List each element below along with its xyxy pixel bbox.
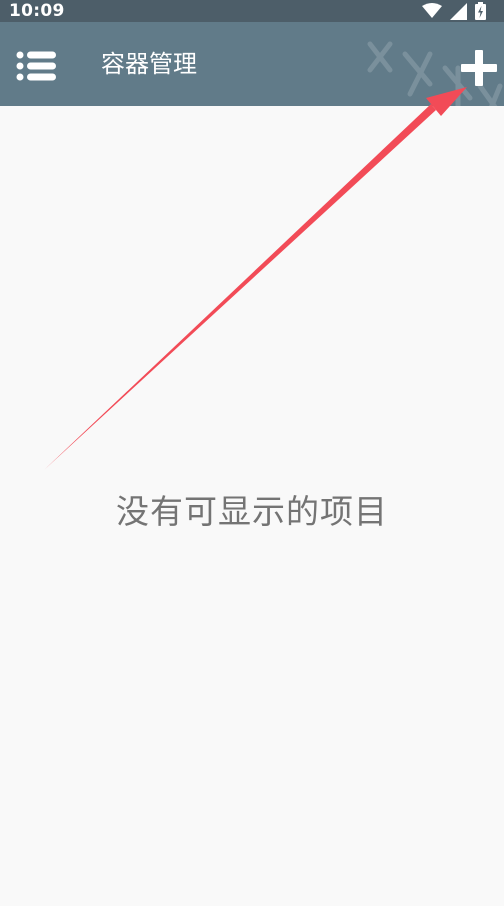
add-button[interactable] — [456, 46, 502, 90]
menu-button[interactable] — [14, 48, 58, 84]
app-screen: 10:09 容器管理 没有可显示的项目 — [0, 0, 504, 906]
wifi-icon — [422, 3, 442, 18]
signal-icon — [450, 2, 467, 20]
content-area: 没有可显示的项目 — [0, 106, 504, 906]
app-bar: 容器管理 — [0, 22, 504, 123]
empty-state-message: 没有可显示的项目 — [116, 492, 388, 531]
battery-charging-icon — [475, 2, 486, 20]
plus-icon — [461, 50, 497, 86]
status-bar: 10:09 — [0, 0, 504, 22]
page-title: 容器管理 — [101, 50, 197, 78]
list-menu-icon — [16, 51, 56, 81]
status-icons — [422, 2, 486, 20]
status-time: 10:09 — [9, 1, 65, 21]
